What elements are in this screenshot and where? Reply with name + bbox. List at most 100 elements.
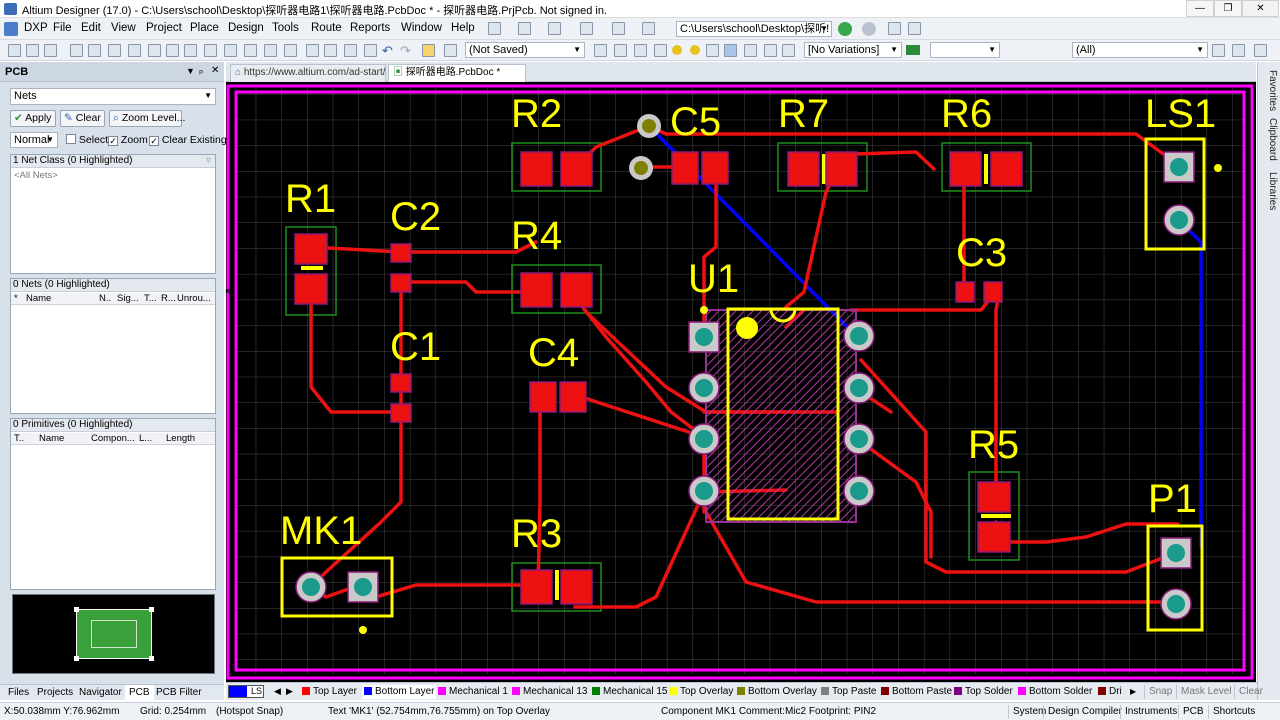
- layer-more-icon[interactable]: ▶: [1130, 685, 1136, 699]
- explorer-icon[interactable]: [444, 44, 457, 57]
- interactive-route-icon[interactable]: [594, 44, 607, 57]
- tab-libraries[interactable]: Libraries: [1260, 172, 1278, 210]
- panel-close-icon[interactable]: ✕: [211, 65, 219, 76]
- via-icon[interactable]: [690, 45, 700, 55]
- net-class-list[interactable]: 1 Net Class (0 Highlighted) ▿ <All Nets>: [10, 154, 216, 274]
- variations-dropdown[interactable]: [No Variations] ▼: [804, 42, 902, 58]
- col-star[interactable]: *: [14, 293, 18, 304]
- layer-set-dropdown[interactable]: ▼: [930, 42, 1000, 58]
- layer-tab-top-solder[interactable]: Top Solder: [954, 685, 1013, 699]
- select-checkbox[interactable]: Select: [66, 134, 108, 146]
- rubber-stamp-icon[interactable]: [264, 44, 277, 57]
- zoom-fit-icon[interactable]: [148, 44, 161, 57]
- maximize-button[interactable]: ❐: [1214, 0, 1242, 17]
- close-button[interactable]: ✕: [1242, 0, 1279, 17]
- snap-button[interactable]: Snap: [1144, 685, 1172, 699]
- col-t[interactable]: T...: [144, 293, 157, 304]
- layer-tab-bottom-paste[interactable]: Bottom Paste: [881, 685, 952, 699]
- col-layer[interactable]: L...: [139, 433, 152, 444]
- menu-view[interactable]: View: [111, 22, 136, 34]
- paste-special-icon[interactable]: [284, 44, 297, 57]
- pin-icon[interactable]: ₚ: [199, 65, 203, 76]
- grid-icon[interactable]: [642, 22, 655, 35]
- copy-icon[interactable]: [224, 44, 237, 57]
- dimension-icon[interactable]: [612, 22, 625, 35]
- layer-scroll-left-icon[interactable]: ◀: [274, 685, 281, 699]
- menu-reports[interactable]: Reports: [350, 22, 390, 34]
- pad-icon[interactable]: [672, 45, 682, 55]
- menu-dxp[interactable]: DXP: [24, 22, 48, 34]
- highlight-icon[interactable]: [422, 44, 435, 57]
- panel-menu-icon[interactable]: ▼: [186, 66, 195, 76]
- filter-dropdown[interactable]: (All) ▼: [1072, 42, 1208, 58]
- path-field[interactable]: C:\Users\school\Desktop\探听! ▼: [676, 21, 832, 37]
- col-name[interactable]: Name: [26, 293, 51, 304]
- layer-tab-top-paste[interactable]: Top Paste: [821, 685, 876, 699]
- back-icon[interactable]: [838, 22, 852, 36]
- filter-icon[interactable]: [1212, 44, 1225, 57]
- menu-place[interactable]: Place: [190, 22, 219, 34]
- deselect-icon[interactable]: [344, 44, 357, 57]
- undo-icon[interactable]: ↶: [382, 43, 393, 59]
- tab-pcb[interactable]: PCB: [125, 685, 154, 703]
- minimize-button[interactable]: —: [1186, 0, 1214, 17]
- mask-icon[interactable]: [1254, 44, 1267, 57]
- layer-tab-drill[interactable]: Dri: [1098, 685, 1122, 699]
- zoom-selected-icon[interactable]: [184, 44, 197, 57]
- room-icon[interactable]: [580, 22, 593, 35]
- col-component[interactable]: Compon...: [91, 433, 135, 444]
- component-icon[interactable]: [782, 44, 795, 57]
- pcb-board-svg[interactable]: R2 C5 R7 R6 LS1 R1 C2 R4 U1 C3 C1 C4 R5 …: [226, 82, 1256, 682]
- tab-files[interactable]: Files: [4, 685, 33, 703]
- tab-pcb-filter[interactable]: PCB Filter: [152, 685, 206, 703]
- home-icon[interactable]: [888, 22, 901, 35]
- col-prim-name[interactable]: Name: [39, 433, 64, 444]
- col-signal[interactable]: Sig...: [117, 293, 139, 304]
- col-unrouted[interactable]: Unrou...: [177, 293, 211, 304]
- nets-list[interactable]: 0 Nets (0 Highlighted) * Name N.. Sig...…: [10, 278, 216, 414]
- 3d-icon[interactable]: [108, 44, 121, 57]
- menu-tools[interactable]: Tools: [272, 22, 299, 34]
- forward-icon[interactable]: [862, 22, 876, 36]
- tab-projects[interactable]: Projects: [33, 685, 77, 703]
- layer-tab-bottom-overlay[interactable]: Bottom Overlay: [737, 685, 817, 699]
- redo-icon[interactable]: ↷: [400, 43, 411, 59]
- select-area-icon[interactable]: [306, 44, 319, 57]
- move-icon[interactable]: [324, 44, 337, 57]
- string-icon[interactable]: [764, 44, 777, 57]
- layer-tab-mechanical-15[interactable]: Mechanical 15: [592, 685, 667, 699]
- paste-icon[interactable]: [244, 44, 257, 57]
- col-type[interactable]: T..: [14, 433, 24, 444]
- zoom-checkbox[interactable]: ✓ Zoom: [108, 134, 148, 146]
- layer-tab-bottom-layer[interactable]: Bottom Layer: [362, 685, 437, 699]
- shortcuts-button[interactable]: Shortcuts: [1208, 705, 1259, 719]
- variant-icon[interactable]: [906, 45, 920, 55]
- align-icon[interactable]: [548, 22, 561, 35]
- saved-state-dropdown[interactable]: (Not Saved) ▼: [465, 42, 585, 58]
- layer-tab-top-layer[interactable]: Top Layer: [302, 685, 357, 699]
- col-length[interactable]: Length: [166, 433, 195, 444]
- polygon-icon[interactable]: [654, 44, 667, 57]
- tab-pcb-document[interactable]: ▣ 探听器电路.PcbDoc *: [388, 64, 526, 82]
- open-icon[interactable]: [8, 44, 21, 57]
- instruments-button[interactable]: Instruments: [1120, 705, 1181, 719]
- zoom-level-button[interactable]: ⌕ Zoom Level...: [109, 110, 185, 127]
- layers-icon[interactable]: [128, 44, 141, 57]
- clear-existing-checkbox[interactable]: ✓ Clear Existing: [149, 134, 227, 146]
- menu-file[interactable]: File: [53, 22, 72, 34]
- tab-altium-start[interactable]: ⌂ https://www.altium.com/ad-start/: [230, 64, 386, 82]
- navigate-icon[interactable]: [908, 22, 921, 35]
- menu-design[interactable]: Design: [228, 22, 264, 34]
- clear-layer-button[interactable]: Clear: [1234, 685, 1263, 699]
- arc-icon[interactable]: [706, 44, 719, 57]
- mode-dropdown[interactable]: Nets ▼: [10, 88, 216, 105]
- menu-edit[interactable]: Edit: [81, 22, 101, 34]
- save-icon[interactable]: [44, 44, 57, 57]
- col-r[interactable]: R...: [161, 293, 176, 304]
- clear-icon[interactable]: [1232, 44, 1245, 57]
- menu-route[interactable]: Route: [311, 22, 342, 34]
- layer-tab-mechanical-1[interactable]: Mechanical 1: [438, 685, 508, 699]
- open-folder-icon[interactable]: [26, 44, 39, 57]
- layer-tab-top-overlay[interactable]: Top Overlay: [669, 685, 733, 699]
- mask-level-button[interactable]: Mask Level: [1176, 685, 1232, 699]
